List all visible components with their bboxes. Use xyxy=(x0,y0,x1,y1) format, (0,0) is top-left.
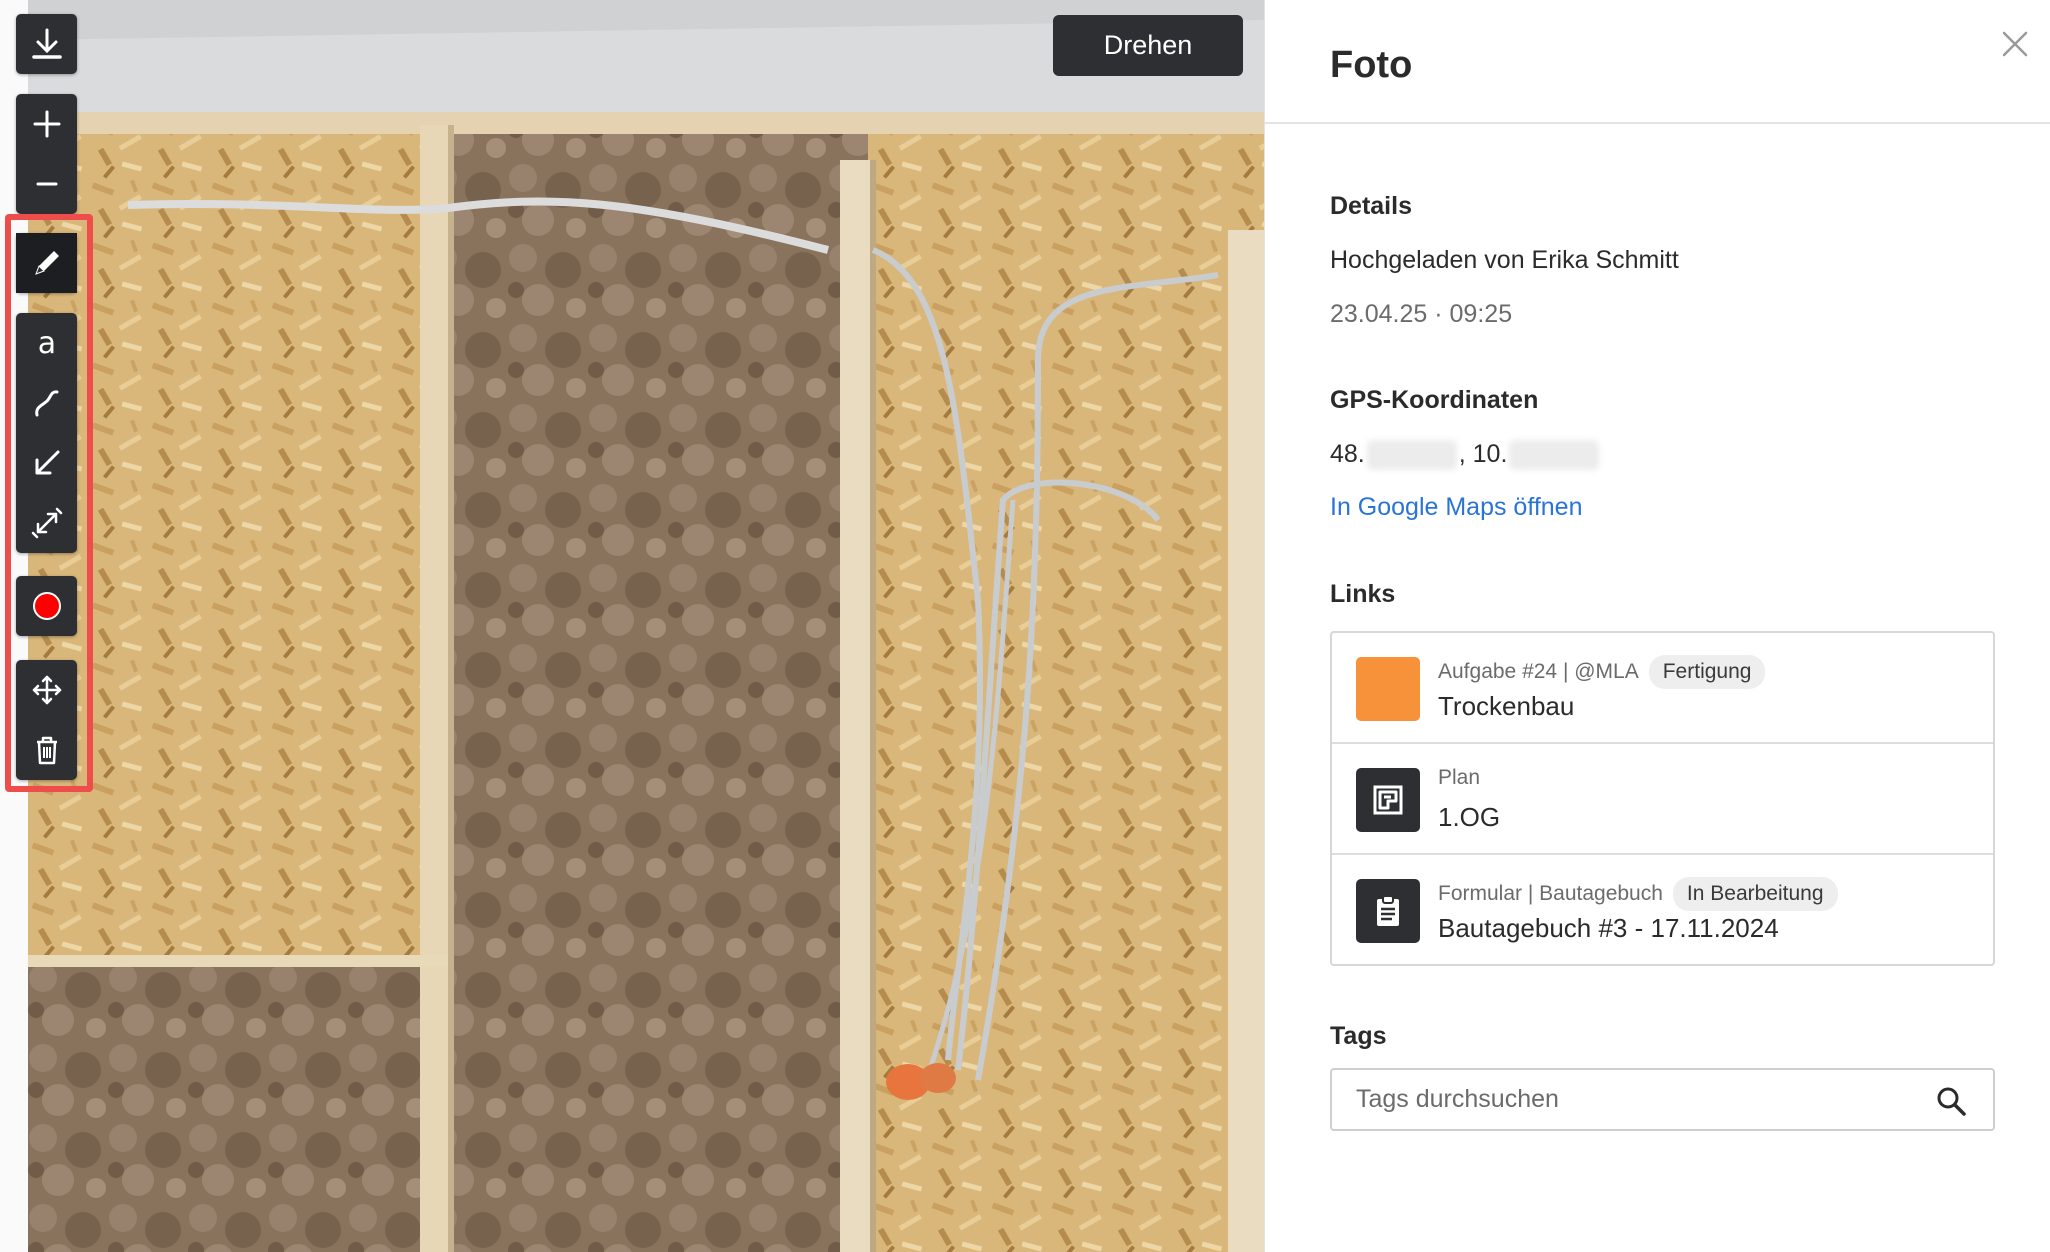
panel-header: Foto xyxy=(1265,0,2050,124)
measure-icon xyxy=(31,507,62,539)
freehand-icon xyxy=(34,390,58,417)
link-item-form[interactable]: Formular | Bautagebuch In Bearbeitung Ba… xyxy=(1332,855,1993,966)
uploaded-by-text: Hochgeladen von Erika Schmitt xyxy=(1330,246,1679,274)
link-name: Bautagebuch #3 - 17.11.2024 xyxy=(1438,913,1779,943)
search-icon[interactable] xyxy=(1935,1085,1967,1117)
gps-coordinates: 48. , 10. xyxy=(1330,440,1601,471)
link-meta: Formular | Bautagebuch xyxy=(1438,882,1663,905)
toolbar-download-group xyxy=(16,14,77,74)
arrow-icon xyxy=(35,450,59,475)
gps-heading: GPS-Koordinaten xyxy=(1330,386,1539,414)
pencil-tool-button[interactable] xyxy=(16,233,77,293)
color-icon xyxy=(32,592,61,620)
details-heading: Details xyxy=(1330,192,1412,220)
measure-tool-button[interactable] xyxy=(16,493,77,553)
upload-datetime: 23.04.25 · 09:25 xyxy=(1330,300,1513,328)
status-chip: Fertigung xyxy=(1648,655,1766,689)
links-heading: Links xyxy=(1330,580,1396,608)
arrow-tool-button[interactable] xyxy=(16,433,77,493)
link-item-plan[interactable]: Plan 1.OG xyxy=(1332,744,1993,855)
panel-title: Foto xyxy=(1330,44,1413,86)
photo-details-panel: Foto Details Hochgeladen von Erika Schmi… xyxy=(1264,0,2050,1252)
text-tool-button[interactable]: a xyxy=(16,313,77,373)
task-color-swatch xyxy=(1356,657,1420,721)
text-icon: a xyxy=(37,326,55,361)
color-picker-button[interactable] xyxy=(16,576,77,636)
toolbar-pencil-group xyxy=(16,233,77,293)
rotate-button[interactable]: Drehen xyxy=(1053,15,1243,76)
download-button[interactable] xyxy=(16,14,77,74)
freehand-tool-button[interactable] xyxy=(16,373,77,433)
tags-search-input[interactable] xyxy=(1330,1068,1995,1131)
download-icon xyxy=(31,28,62,59)
tags-heading: Tags xyxy=(1330,1022,1387,1050)
link-meta: Aufgabe #24 | @MLA xyxy=(1438,660,1639,683)
toolbar-color-group xyxy=(16,576,77,636)
gps-longitude: , 10. xyxy=(1458,440,1508,468)
links-list: Aufgabe #24 | @MLA Fertigung Trockenbau … xyxy=(1330,631,1995,966)
link-item-task[interactable]: Aufgabe #24 | @MLA Fertigung Trockenbau xyxy=(1332,633,1993,744)
zoom-in-icon xyxy=(33,110,60,138)
plan-icon xyxy=(1356,768,1420,832)
trash-icon xyxy=(36,736,57,765)
photo-viewer[interactable]: a Drehen xyxy=(0,0,1264,1252)
delete-tool-button[interactable] xyxy=(16,720,77,780)
link-name: 1.OG xyxy=(1438,802,1501,832)
svg-text:a: a xyxy=(37,326,55,361)
close-icon[interactable] xyxy=(1999,28,2031,60)
link-meta: Plan xyxy=(1438,766,1481,789)
construction-photo[interactable] xyxy=(28,0,1264,1252)
google-maps-link[interactable]: In Google Maps öffnen xyxy=(1330,493,1583,522)
move-tool-button[interactable] xyxy=(16,660,77,720)
toolbar-draw-group: a xyxy=(16,313,77,553)
status-chip: In Bearbeitung xyxy=(1672,877,1838,911)
move-icon xyxy=(32,675,61,705)
clipboard-icon xyxy=(1356,879,1420,943)
gps-latitude: 48. xyxy=(1330,440,1365,468)
pencil-icon xyxy=(34,251,59,275)
gps-longitude-redacted xyxy=(1509,440,1600,471)
toolbar-edit-group xyxy=(16,660,77,780)
link-name: Trockenbau xyxy=(1438,691,1575,721)
zoom-in-button[interactable] xyxy=(16,94,77,154)
zoom-out-icon xyxy=(36,182,57,186)
toolbar-zoom-group xyxy=(16,94,77,214)
gps-latitude-redacted xyxy=(1366,440,1457,471)
zoom-out-button[interactable] xyxy=(16,154,77,214)
